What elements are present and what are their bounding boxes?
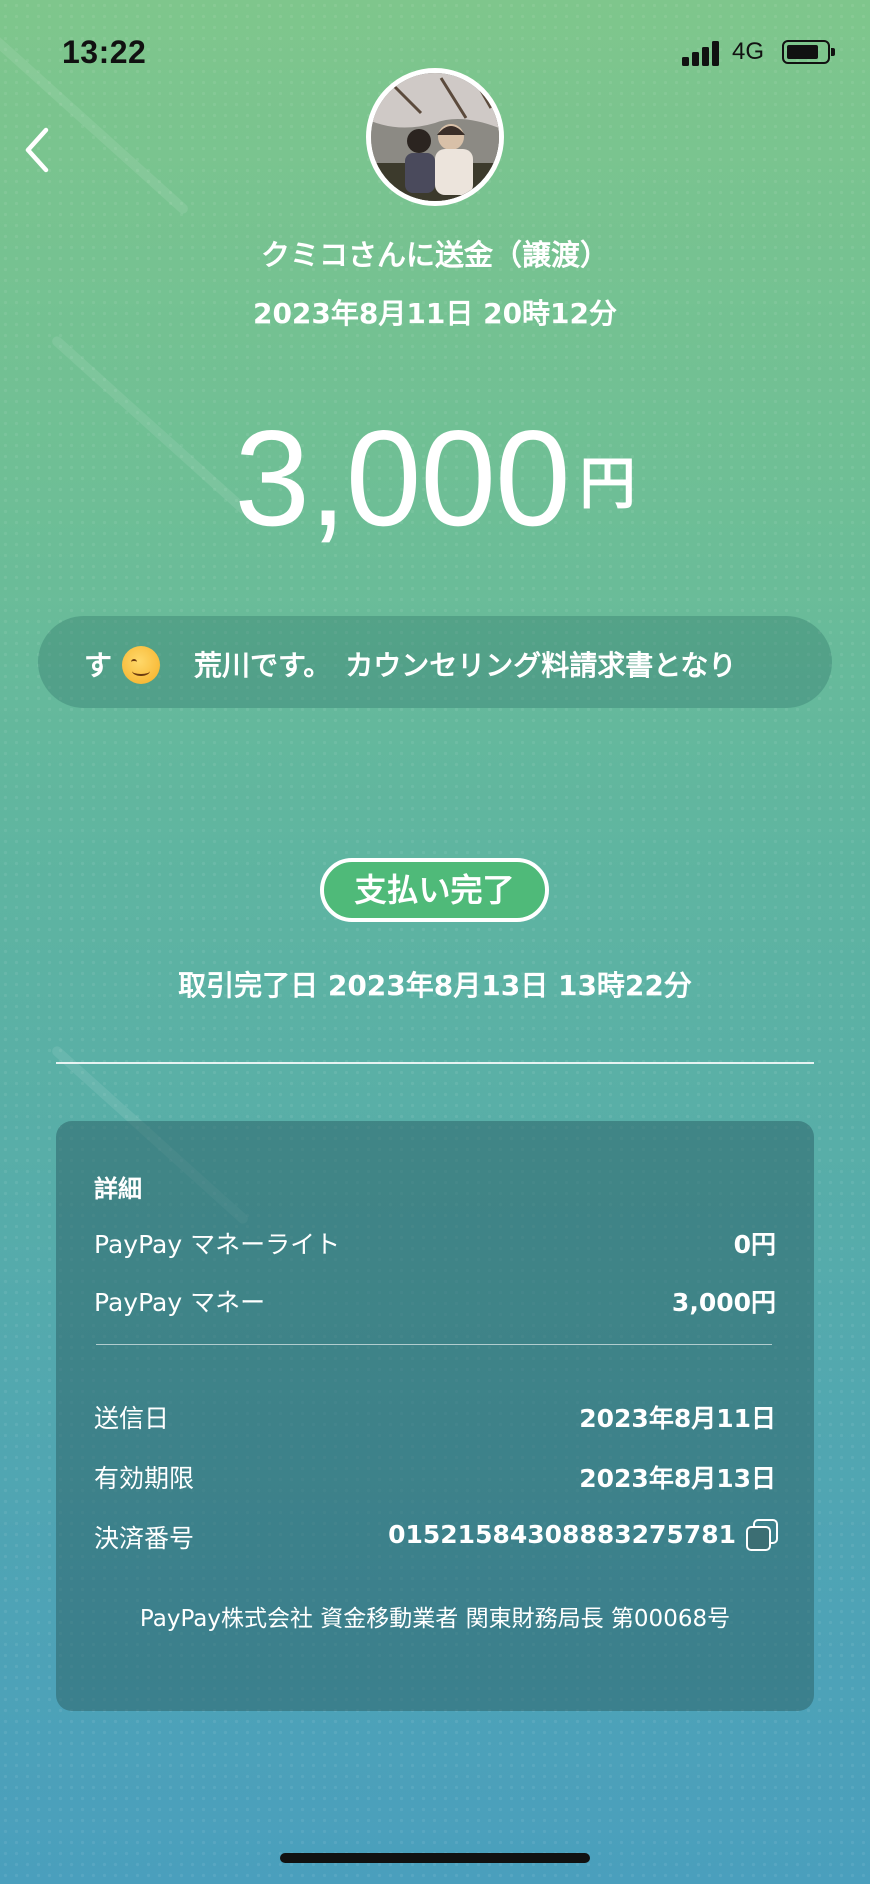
recipient-avatar: [366, 68, 504, 206]
info-row-payment-number: 決済番号 01521584308883275781: [94, 1519, 778, 1555]
network-type: 4G: [732, 38, 765, 65]
home-indicator[interactable]: [280, 1853, 590, 1863]
transfer-date: 2023年8月11日 20時12分: [252, 297, 618, 330]
status-time: 13:22: [62, 34, 147, 70]
battery-icon: [782, 40, 835, 64]
completed-date: 取引完了日 2023年8月13日 13時22分: [178, 969, 692, 1002]
detail-row-money: PayPay マネー 3,000円: [94, 1283, 776, 1319]
detail-label: PayPay マネー: [94, 1288, 266, 1317]
info-row-expiry: 有効期限 2023年8月13日: [94, 1459, 776, 1495]
info-label: 決済番号: [94, 1524, 195, 1553]
message-ticker[interactable]: す 荒川です。 カウンセリング料請求書となり: [38, 616, 832, 708]
signal-icon: [682, 40, 722, 66]
license-note: PayPay株式会社 資金移動業者 関東財務局長 第00068号: [139, 1606, 731, 1632]
info-value: 2023年8月13日: [579, 1464, 776, 1493]
info-label: 有効期限: [94, 1464, 195, 1493]
section-divider: [56, 1062, 814, 1064]
message-prefix: す: [84, 649, 113, 682]
back-button[interactable]: [14, 118, 74, 178]
copy-icon[interactable]: [746, 1519, 778, 1551]
details-divider: [96, 1344, 772, 1345]
detail-value: 0円: [733, 1230, 776, 1259]
status-badge: 支払い完了: [320, 858, 549, 922]
detail-value: 3,000円: [671, 1288, 776, 1317]
detail-row-money-lite: PayPay マネーライト 0円: [94, 1225, 776, 1261]
info-value: 2023年8月11日: [579, 1404, 776, 1433]
avatar-photo: [371, 73, 499, 201]
details-title: 詳細: [94, 1175, 142, 1203]
smile-emoji-icon: [122, 646, 161, 684]
chevron-left-icon: [25, 127, 49, 173]
info-label: 送信日: [94, 1404, 170, 1433]
detail-label: PayPay マネーライト: [94, 1230, 341, 1259]
details-card: 詳細 PayPay マネーライト 0円 PayPay マネー 3,000円 送信…: [56, 1121, 814, 1711]
amount-display: 3,000 円: [0, 408, 870, 548]
payment-number-group: 01521584308883275781: [388, 1519, 778, 1551]
message-content: す 荒川です。 カウンセリング料請求書となり: [84, 644, 736, 684]
amount-unit: 円: [579, 452, 636, 517]
page-title: クミコさんに送金（譲渡）: [260, 238, 609, 272]
payment-number: 01521584308883275781: [388, 1520, 736, 1549]
amount-value: 3,000: [234, 402, 570, 554]
message-text: 荒川です。 カウンセリング料請求書となり: [194, 649, 737, 682]
info-row-sent-date: 送信日 2023年8月11日: [94, 1399, 776, 1435]
